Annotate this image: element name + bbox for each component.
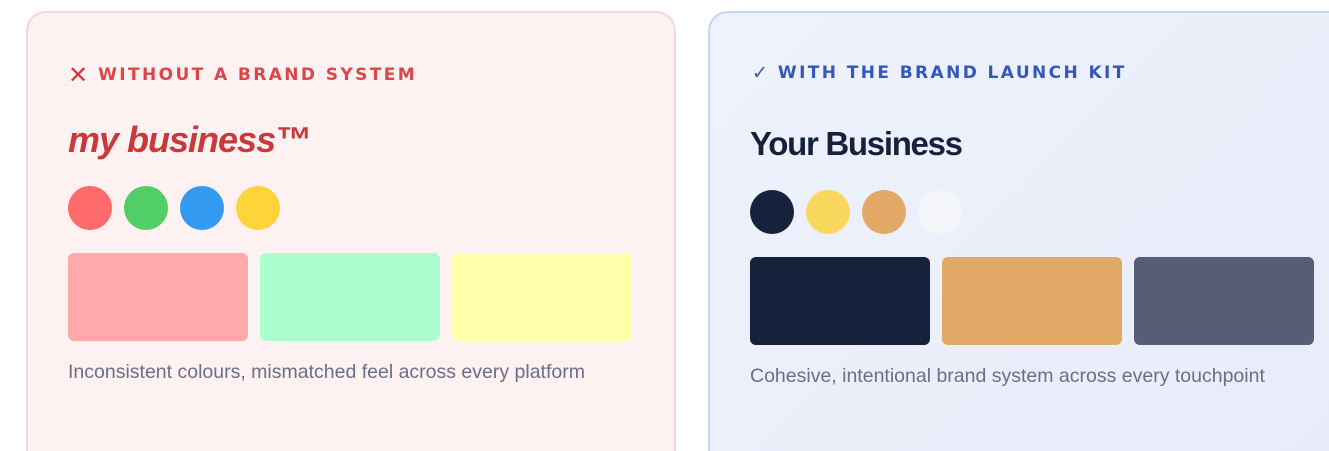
brand-name-sample: Your Business: [750, 125, 963, 162]
color-swatch: [68, 253, 248, 341]
cross-mark-icon: ✕: [68, 61, 89, 89]
color-dot: [236, 186, 280, 230]
color-dot: [918, 190, 962, 234]
color-dot: [750, 190, 794, 234]
color-dot: [180, 186, 224, 230]
color-dot: [124, 186, 168, 230]
check-mark-icon: ✓: [752, 61, 768, 84]
color-swatch: [750, 257, 930, 345]
color-dot: [68, 186, 112, 230]
card-heading-label: WITHOUT A BRAND SYSTEM: [98, 65, 418, 85]
color-dot: [806, 190, 850, 234]
without-brand-system-card: ✕ WITHOUT A BRAND SYSTEM my business™ In…: [26, 11, 676, 451]
card-heading: ✓ WITH THE BRAND LAUNCH KIT: [752, 63, 1127, 83]
color-dots: [750, 190, 962, 234]
card-heading: ✕ WITHOUT A BRAND SYSTEM: [68, 63, 417, 87]
color-swatch: [942, 257, 1122, 345]
card-caption: Inconsistent colours, mismatched feel ac…: [68, 361, 585, 383]
color-swatch: [452, 253, 632, 341]
color-dot: [862, 190, 906, 234]
with-brand-launch-kit-card: ✓ WITH THE BRAND LAUNCH KIT Your Busines…: [708, 11, 1329, 451]
card-caption: Cohesive, intentional brand system acros…: [750, 365, 1265, 387]
color-swatches: [68, 253, 632, 341]
card-heading-label: WITH THE BRAND LAUNCH KIT: [777, 63, 1127, 83]
comparison-section: ✕ WITHOUT A BRAND SYSTEM my business™ In…: [0, 0, 1329, 451]
color-dots: [68, 186, 280, 230]
color-swatches: [750, 257, 1314, 345]
color-swatch: [1134, 257, 1314, 345]
brand-name-sample: my business™: [68, 119, 311, 160]
color-swatch: [260, 253, 440, 341]
